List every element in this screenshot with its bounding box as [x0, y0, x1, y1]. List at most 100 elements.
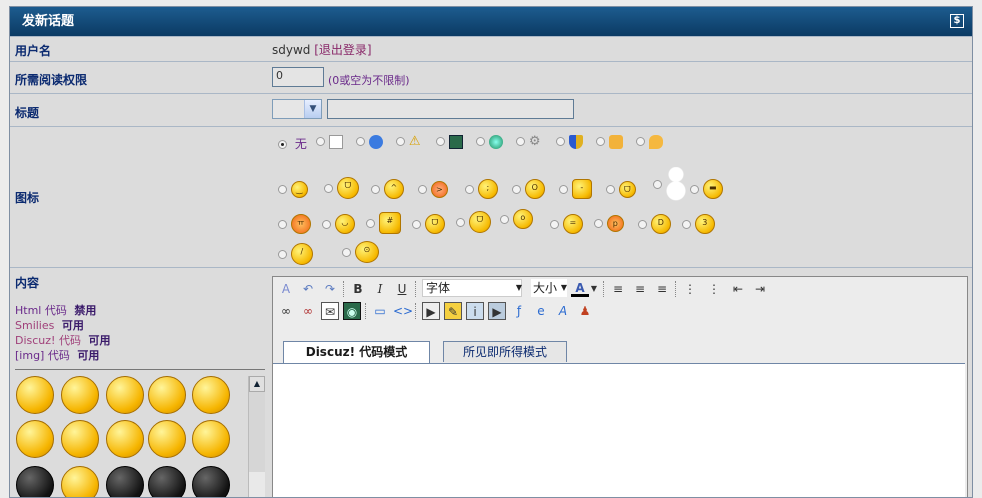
html-code-status: Html 代码 禁用 — [15, 304, 97, 317]
redo-icon[interactable]: ↷ — [321, 280, 339, 298]
smilie-5[interactable] — [192, 376, 230, 414]
link-icon[interactable]: ∞ — [277, 302, 295, 320]
indent-icon[interactable]: ⇥ — [751, 280, 769, 298]
swf-icon[interactable]: ƒ — [510, 302, 528, 320]
icon-option-tongue[interactable]: p — [594, 215, 624, 232]
smilie-8[interactable] — [106, 420, 144, 458]
icon-option-wink[interactable]: ; — [465, 179, 498, 199]
icon-option-picture[interactable] — [436, 134, 463, 149]
icon-option-scream[interactable]: O — [512, 179, 545, 199]
icon-option-laugh[interactable]: ᗜ — [606, 181, 636, 198]
icon-option-kiss[interactable]: 3 — [682, 214, 715, 234]
icon-option-question[interactable] — [356, 134, 383, 149]
smilie-7[interactable] — [61, 420, 99, 458]
smilie-13[interactable] — [106, 466, 144, 497]
smilie-4[interactable] — [148, 376, 186, 414]
icon-option-smile[interactable]: ‿ — [278, 181, 308, 198]
icon-option-shy[interactable]: ◡ — [322, 214, 355, 234]
smilies-scrollbar[interactable]: ▲ — [248, 376, 265, 497]
radio-button[interactable] — [278, 140, 287, 149]
scroll-up-icon[interactable]: ▲ — [249, 376, 265, 392]
dollar-icon[interactable]: $ — [950, 14, 964, 28]
toolbar-separator — [603, 281, 606, 297]
align-left-icon[interactable]: ≡ — [609, 280, 627, 298]
globe-icon — [488, 134, 503, 149]
readperm-input[interactable]: 0 — [272, 67, 324, 87]
unlink-icon[interactable]: ∞ — [299, 302, 317, 320]
icon-option-ugh[interactable]: = — [550, 214, 583, 234]
shock-icon: ⊙ — [354, 241, 379, 263]
flash-icon[interactable]: ✎ — [444, 302, 462, 320]
italic-icon[interactable]: I — [371, 280, 389, 298]
bold-icon[interactable]: B — [349, 280, 367, 298]
smilie-11[interactable] — [16, 466, 54, 497]
icon-option-speech[interactable] — [636, 134, 663, 149]
icon-option-none[interactable]: 无 — [278, 135, 307, 152]
icon-option-shock[interactable]: ⊙ — [342, 241, 379, 263]
quote-icon[interactable]: ▭ — [371, 302, 389, 320]
icon-option-gear[interactable]: ⚙ — [516, 134, 543, 149]
smilie-6[interactable] — [16, 420, 54, 458]
smilies-link[interactable]: Smilies — [15, 319, 54, 332]
font-style-icon[interactable]: A — [554, 302, 572, 320]
video-icon[interactable]: ▶ — [488, 302, 506, 320]
icon-option-blank-page[interactable] — [316, 134, 343, 149]
align-center-icon[interactable]: ≡ — [631, 280, 649, 298]
icon-option-cry[interactable]: ㅠ — [278, 214, 311, 234]
font-color-icon[interactable]: A — [571, 279, 589, 297]
icon-option-cool[interactable]: ▬ — [690, 179, 723, 199]
code-icon[interactable]: <> — [393, 302, 413, 320]
icon-option-mad[interactable]: # — [366, 212, 401, 234]
scroll-thumb[interactable] — [249, 392, 265, 472]
tab-discuz-code[interactable]: Discuz! 代码模式 — [283, 341, 430, 363]
icon-option-happy[interactable]: ^ — [371, 179, 404, 199]
img-code-status: [img] 代码 可用 — [15, 349, 100, 362]
icon-option-blink[interactable]: - — [559, 179, 592, 199]
tab-wysiwyg[interactable]: 所见即所得模式 — [443, 341, 567, 362]
subject-type-select[interactable]: ▼ — [272, 99, 322, 119]
icon-option-angry[interactable]: > — [418, 181, 448, 198]
email-icon[interactable]: ✉ — [321, 302, 339, 320]
icon-option-globe[interactable] — [476, 134, 503, 149]
icon-option-thumb[interactable] — [596, 134, 623, 149]
icon-option-snowman[interactable] — [653, 167, 686, 201]
info-icon[interactable]: i — [466, 302, 484, 320]
logout-link[interactable]: [退出登录] — [314, 43, 371, 57]
icon-option-lol[interactable]: ᗜ — [456, 211, 491, 233]
icon-option-doubt[interactable]: o — [500, 209, 533, 229]
clear-format-icon[interactable]: A — [277, 280, 295, 298]
smilie-9[interactable] — [148, 420, 186, 458]
ie-icon[interactable]: e — [532, 302, 550, 320]
smilie-12[interactable] — [61, 466, 99, 497]
grin-icon: ᗜ — [336, 177, 359, 199]
media-play-icon[interactable]: ▶ — [422, 302, 440, 320]
icon-option-sweat[interactable]: ᗜ — [412, 214, 445, 234]
smilie-14[interactable] — [148, 466, 186, 497]
outdent-icon[interactable]: ⇤ — [729, 280, 747, 298]
mad-icon: # — [378, 212, 401, 234]
undo-icon[interactable]: ↶ — [299, 280, 317, 298]
underline-icon[interactable]: U — [393, 280, 411, 298]
font-select[interactable]: 字体 ▼ — [422, 279, 522, 297]
discuz-code-link[interactable]: Discuz! 代码 — [15, 334, 81, 347]
smilie-15[interactable] — [192, 466, 230, 497]
icon-option-grin[interactable]: ᗜ — [324, 177, 359, 199]
laugh-icon: ᗜ — [618, 181, 636, 198]
icon-option-warning[interactable]: ⚠ — [396, 134, 423, 149]
icon-option-shield[interactable] — [556, 134, 583, 149]
unordered-list-icon[interactable]: ⋮ — [705, 280, 723, 298]
smilie-3[interactable] — [106, 376, 144, 414]
image-icon[interactable]: ◉ — [343, 302, 361, 320]
editor-textarea[interactable] — [273, 363, 965, 497]
chevron-down-icon[interactable]: ▼ — [589, 280, 599, 298]
size-select[interactable]: 大小 ▼ — [531, 279, 567, 297]
smilie-2[interactable] — [61, 376, 99, 414]
icon-option-sorry[interactable]: / — [278, 243, 313, 265]
ordered-list-icon[interactable]: ⋮ — [681, 280, 699, 298]
icon-option-laugh2[interactable]: D — [638, 214, 671, 234]
align-right-icon[interactable]: ≡ — [653, 280, 671, 298]
subject-input[interactable] — [327, 99, 574, 119]
smilie-10[interactable] — [192, 420, 230, 458]
qq-icon[interactable]: ♟ — [576, 302, 594, 320]
smilie-1[interactable] — [16, 376, 54, 414]
